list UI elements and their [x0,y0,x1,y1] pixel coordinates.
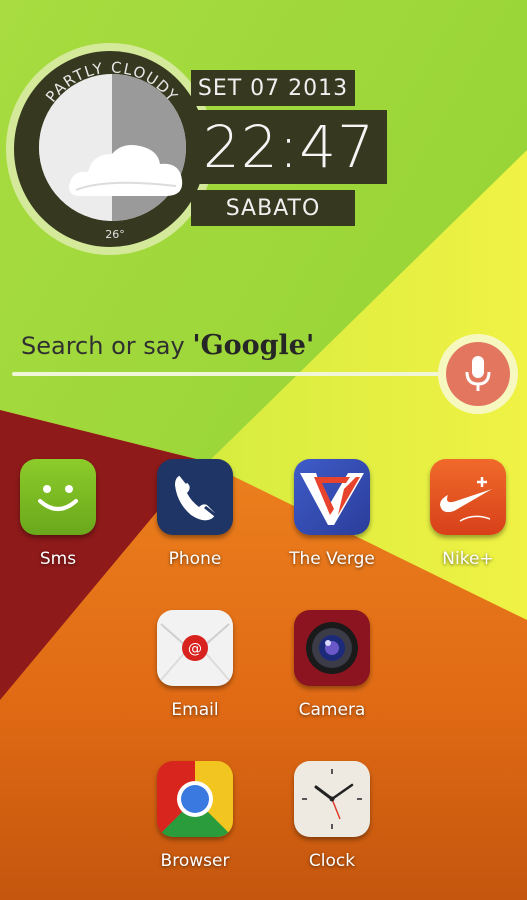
app-label: Email [171,700,219,720]
microphone-icon [465,356,491,391]
app-clock[interactable]: Clock [272,761,392,871]
date-label: SET 07 2013 [191,70,355,106]
app-label: The Verge [289,549,375,569]
app-label: Camera [298,700,366,720]
chrome-browser-icon [157,761,233,837]
app-nike-plus[interactable]: Nike+ [408,459,527,569]
app-sms[interactable]: Sms [0,459,118,569]
sms-smiley-icon [20,459,96,535]
app-label: Sms [39,549,77,569]
temperature-label: 26° [105,228,125,241]
email-envelope-icon: @ [157,610,233,686]
time-label[interactable]: 22:47 [191,110,387,184]
phone-handset-icon [157,459,233,535]
app-phone[interactable]: Phone [135,459,255,569]
day-label: SABATO [191,190,355,226]
google-search-bar[interactable]: Search or say 'Google' [21,330,314,361]
search-underline [12,372,452,376]
voice-search-button[interactable] [446,342,510,406]
google-logo-text: 'Google' [192,330,315,361]
weather-condition-text: PARTLY CLOUDY [42,58,180,105]
search-prompt: Search or say [21,332,193,360]
app-label: Nike+ [442,549,494,569]
nike-plus-icon [430,459,506,535]
svg-text:@: @ [188,641,202,657]
app-the-verge[interactable]: The Verge [272,459,392,569]
app-label: Phone [168,549,222,569]
weather-condition-arc: PARTLY CLOUDY [42,58,182,105]
analog-clock-icon [294,761,370,837]
app-browser[interactable]: Browser [135,761,255,871]
svg-text:PARTLY CLOUDY: PARTLY CLOUDY [42,58,182,105]
app-label: Clock [308,851,356,871]
app-email[interactable]: @ Email [135,610,255,720]
app-label: Browser [160,851,230,871]
app-camera[interactable]: Camera [272,610,392,720]
the-verge-icon [294,459,370,535]
camera-lens-icon [294,610,370,686]
